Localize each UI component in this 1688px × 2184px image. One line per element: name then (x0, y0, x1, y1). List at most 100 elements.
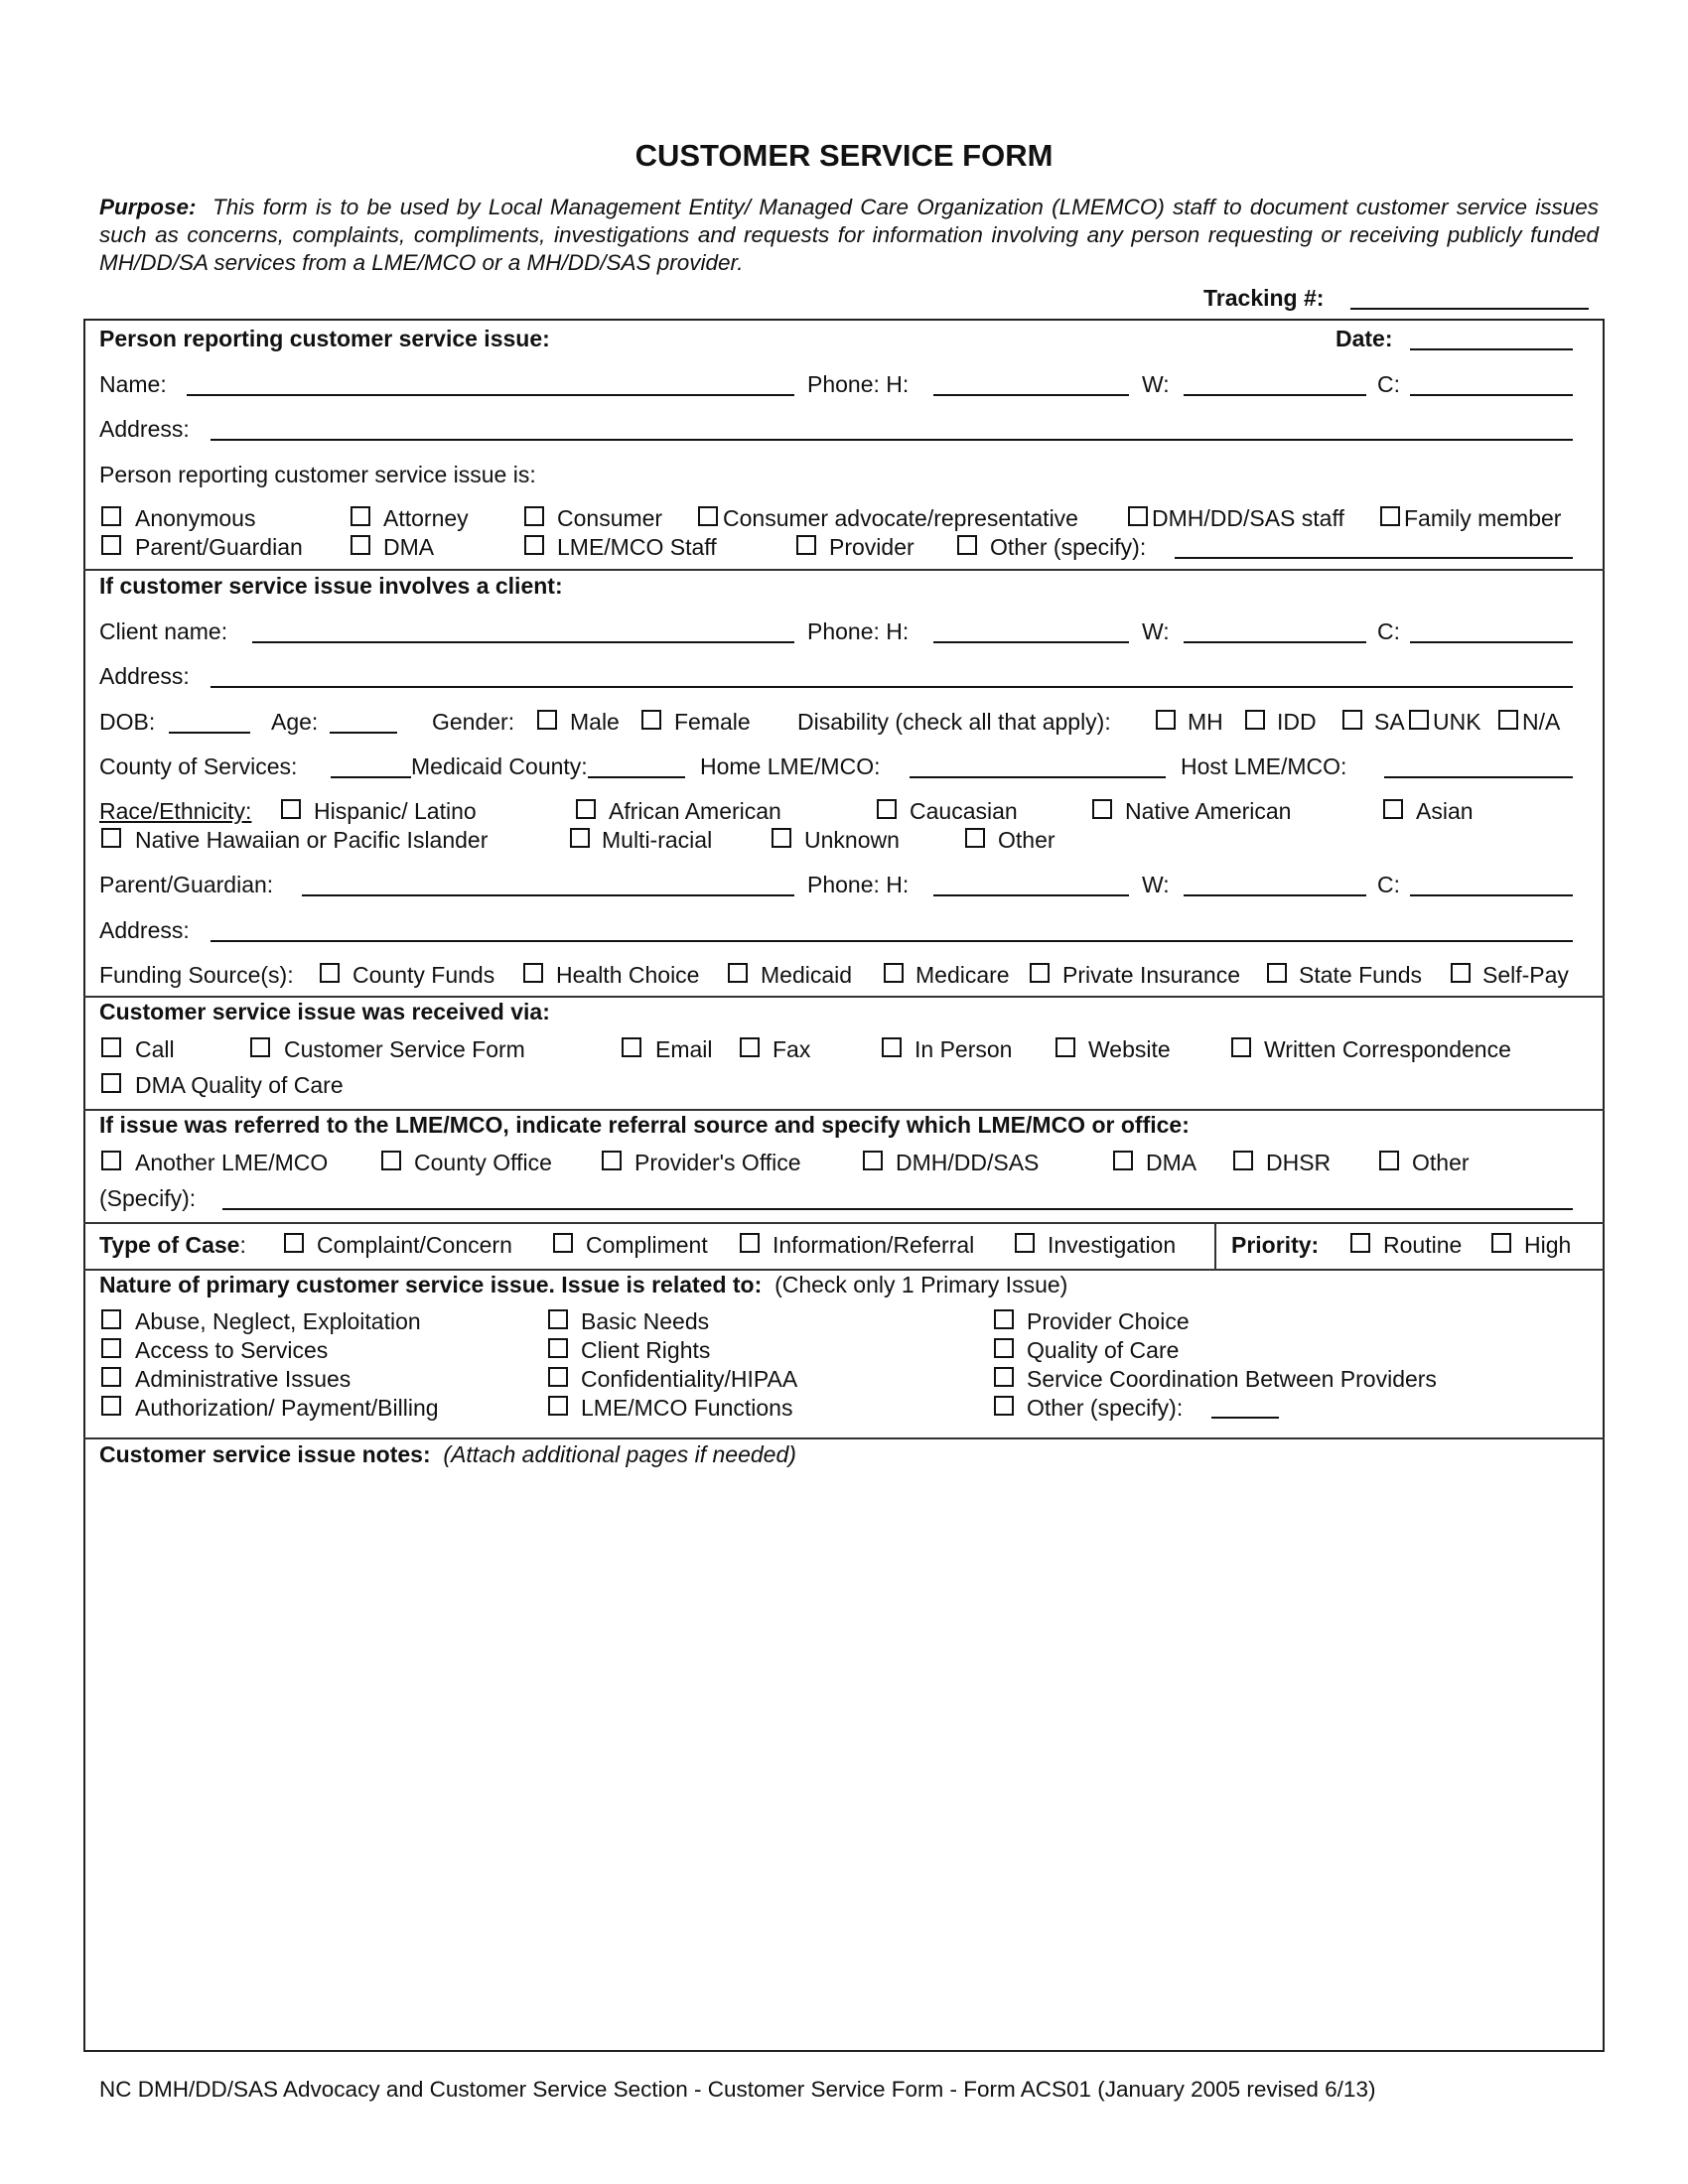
checkbox-written-correspondence[interactable] (1231, 1037, 1251, 1057)
checkbox-administrative[interactable] (101, 1367, 121, 1387)
checkbox-abuse[interactable] (101, 1309, 121, 1329)
client-phone-cell-field[interactable] (1410, 641, 1573, 643)
tracking-field[interactable] (1350, 308, 1589, 310)
checkbox-self-pay[interactable] (1451, 963, 1471, 983)
guardian-field[interactable] (302, 894, 794, 896)
name-field[interactable] (187, 394, 794, 396)
checkbox-confidentiality[interactable] (548, 1367, 568, 1387)
date-field[interactable] (1410, 348, 1573, 350)
checkbox-private-insurance[interactable] (1030, 963, 1050, 983)
checkbox-fax[interactable] (740, 1037, 760, 1057)
checkbox-provider[interactable] (796, 535, 816, 555)
option-label: Access to Services (135, 1337, 329, 1363)
age-field[interactable] (330, 732, 397, 734)
checkbox-male[interactable] (537, 710, 557, 730)
phone-work-field[interactable] (1184, 394, 1366, 396)
checkbox-native-hawaiian[interactable] (101, 828, 121, 848)
checkbox-anonymous[interactable] (101, 506, 121, 526)
checkbox-hispanic[interactable] (281, 799, 301, 819)
checkbox-multi-racial[interactable] (570, 828, 590, 848)
checkbox-dmh-staff[interactable] (1128, 506, 1148, 526)
checkbox-nature-other[interactable] (994, 1396, 1014, 1416)
checkbox-na[interactable] (1498, 710, 1518, 730)
received-heading: Customer service issue was received via: (99, 999, 550, 1024)
checkbox-consumer-advocate[interactable] (698, 506, 718, 526)
checkbox-provider-choice[interactable] (994, 1309, 1014, 1329)
checkbox-county-office[interactable] (381, 1151, 401, 1170)
checkbox-parent-guardian[interactable] (101, 535, 121, 555)
county-services-label: County of Services: (99, 753, 298, 779)
referral-specify-field[interactable] (222, 1208, 1573, 1210)
checkbox-native-american[interactable] (1092, 799, 1112, 819)
checkbox-attorney[interactable] (351, 506, 370, 526)
checkbox-race-other[interactable] (965, 828, 985, 848)
checkbox-medicaid[interactable] (728, 963, 748, 983)
checkbox-idd[interactable] (1245, 710, 1265, 730)
checkbox-basic-needs[interactable] (548, 1309, 568, 1329)
notes-area[interactable] (87, 1479, 1599, 2045)
guardian-phone-work-field[interactable] (1184, 894, 1366, 896)
checkbox-lme-functions[interactable] (548, 1396, 568, 1416)
checkbox-sa[interactable] (1342, 710, 1362, 730)
checkbox-investigation[interactable] (1015, 1233, 1035, 1253)
checkbox-client-rights[interactable] (548, 1338, 568, 1358)
checkbox-mh[interactable] (1156, 710, 1176, 730)
client-name-field[interactable] (252, 641, 794, 643)
checkbox-dma-quality-of-care[interactable] (101, 1073, 121, 1093)
checkbox-dma[interactable] (351, 535, 370, 555)
checkbox-access[interactable] (101, 1338, 121, 1358)
checkbox-family-member[interactable] (1380, 506, 1400, 526)
checkbox-african-american[interactable] (576, 799, 596, 819)
client-address-field[interactable] (211, 686, 1573, 688)
checkbox-customer-service-form[interactable] (250, 1037, 270, 1057)
age-label: Age: (271, 709, 319, 735)
checkbox-female[interactable] (641, 710, 661, 730)
checkbox-information-referral[interactable] (740, 1233, 760, 1253)
checkbox-referral-other[interactable] (1379, 1151, 1399, 1170)
checkbox-complaint[interactable] (284, 1233, 304, 1253)
checkbox-medicare[interactable] (884, 963, 904, 983)
checkbox-other[interactable] (957, 535, 977, 555)
host-lme-field[interactable] (1384, 776, 1573, 778)
checkbox-high[interactable] (1491, 1233, 1511, 1253)
checkbox-email[interactable] (622, 1037, 641, 1057)
checkbox-service-coordination[interactable] (994, 1367, 1014, 1387)
client-phone-home-field[interactable] (933, 641, 1129, 643)
checkbox-unk[interactable] (1409, 710, 1429, 730)
nature-other-field[interactable] (1211, 1417, 1279, 1419)
checkbox-compliment[interactable] (553, 1233, 573, 1253)
checkbox-routine[interactable] (1350, 1233, 1370, 1253)
checkbox-dhsr[interactable] (1233, 1151, 1253, 1170)
client-phone-work-field[interactable] (1184, 641, 1366, 643)
phone-home-field[interactable] (933, 394, 1129, 396)
phone-cell-label: C: (1377, 371, 1400, 397)
checkbox-lme-mco-staff[interactable] (524, 535, 544, 555)
guardian-phone-home-field[interactable] (933, 894, 1129, 896)
phone-cell-field[interactable] (1410, 394, 1573, 396)
checkbox-quality-of-care[interactable] (994, 1338, 1014, 1358)
dob-field[interactable] (169, 732, 250, 734)
checkbox-caucasian[interactable] (877, 799, 897, 819)
checkbox-county-funds[interactable] (320, 963, 340, 983)
client-phone-cell-label: C: (1377, 618, 1400, 644)
checkbox-state-funds[interactable] (1267, 963, 1287, 983)
other-specify-field[interactable] (1175, 557, 1573, 559)
checkbox-providers-office[interactable] (602, 1151, 622, 1170)
option-label: Quality of Care (1027, 1337, 1180, 1363)
home-lme-field[interactable] (910, 776, 1166, 778)
checkbox-unknown[interactable] (772, 828, 791, 848)
checkbox-asian[interactable] (1383, 799, 1403, 819)
checkbox-authorization[interactable] (101, 1396, 121, 1416)
guardian-address-field[interactable] (211, 940, 1573, 942)
checkbox-consumer[interactable] (524, 506, 544, 526)
checkbox-health-choice[interactable] (523, 963, 543, 983)
guardian-phone-cell-field[interactable] (1410, 894, 1573, 896)
option-label: Health Choice (556, 962, 700, 988)
checkbox-in-person[interactable] (882, 1037, 902, 1057)
checkbox-another-lme[interactable] (101, 1151, 121, 1170)
checkbox-call[interactable] (101, 1037, 121, 1057)
checkbox-referral-dma[interactable] (1113, 1151, 1133, 1170)
checkbox-dmh-dd-sas[interactable] (863, 1151, 883, 1170)
address-field[interactable] (211, 439, 1573, 441)
checkbox-website[interactable] (1055, 1037, 1075, 1057)
